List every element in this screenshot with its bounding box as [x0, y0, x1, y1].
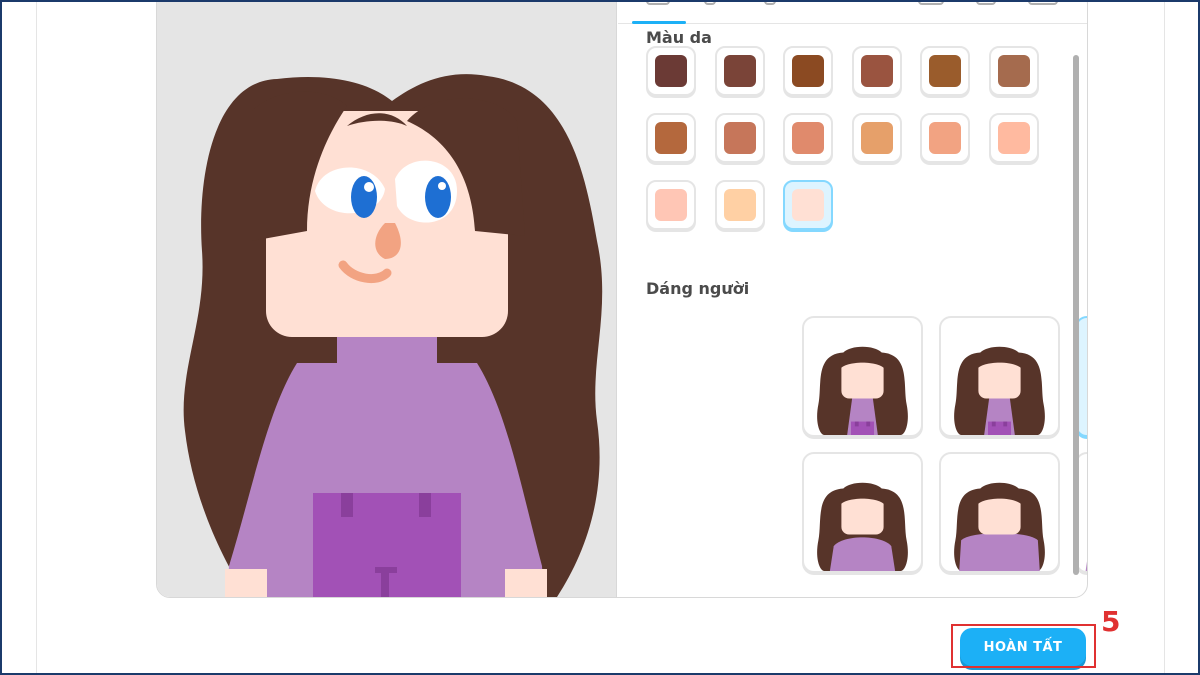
- tab-shirt[interactable]: [918, 0, 948, 23]
- tab-hair[interactable]: [704, 0, 724, 23]
- skin-swatch-chip: [723, 122, 756, 154]
- body-shape-option[interactable]: [938, 316, 1060, 437]
- body-shape-option[interactable]: [802, 452, 923, 573]
- tab-face[interactable]: [632, 0, 686, 24]
- shirt-tab-icon: [918, 0, 944, 5]
- skin-swatch-chip: [860, 55, 893, 87]
- skin-swatch[interactable]: [920, 113, 970, 163]
- face-tab-icon: [646, 0, 670, 5]
- finish-highlight-box: [951, 624, 1096, 668]
- skin-swatch-chip: [792, 189, 824, 221]
- tab-pants[interactable]: [976, 0, 998, 23]
- skin-swatch[interactable]: [714, 113, 765, 163]
- skin-swatch-chip: [929, 122, 961, 154]
- skin-swatch-chip: [929, 55, 961, 87]
- customization-panel: Màu da Dáng người: [618, 0, 1087, 597]
- eyes-tab-icon: [764, 0, 776, 5]
- skin-swatch-chip: [655, 55, 687, 87]
- skin-swatch-chip: [655, 189, 687, 221]
- skin-swatch[interactable]: [783, 113, 833, 163]
- skin-swatch-chip: [792, 55, 824, 87]
- hair-tab-icon: [704, 0, 716, 5]
- skin-swatch[interactable]: [783, 46, 833, 96]
- skin-swatch-chip: [997, 122, 1030, 154]
- skin-swatch-chip: [723, 55, 756, 87]
- skin-swatch[interactable]: [988, 113, 1039, 163]
- accessory-tab-icon: [1028, 0, 1058, 5]
- avatar-figure: [183, 74, 603, 597]
- skin-swatch[interactable]: [851, 113, 902, 163]
- skin-swatch[interactable]: [714, 180, 765, 230]
- skin-swatch-chip: [792, 122, 824, 154]
- skin-swatch[interactable]: [851, 46, 902, 96]
- skin-swatch[interactable]: [783, 180, 833, 230]
- skin-swatch-chip: [860, 122, 893, 154]
- skin-swatch[interactable]: [646, 46, 696, 96]
- body-shape-thumbnail: [953, 482, 1045, 571]
- tab-eyes[interactable]: [764, 0, 784, 23]
- pants-tab-icon: [976, 0, 996, 5]
- skin-swatch[interactable]: [988, 46, 1039, 96]
- body-shape-option[interactable]: [938, 452, 1060, 573]
- avatar-editor-card: Màu da Dáng người: [156, 0, 1088, 598]
- skin-swatch[interactable]: [714, 46, 765, 96]
- skin-swatch[interactable]: [646, 180, 696, 230]
- body-shape-thumbnail: [817, 346, 908, 435]
- skin-swatch-chip: [655, 122, 687, 154]
- skin-swatch[interactable]: [920, 46, 970, 96]
- body-shape-thumbnail: [953, 346, 1045, 435]
- category-tab-bar: [618, 0, 1087, 24]
- body-shape-option[interactable]: [802, 316, 923, 437]
- skin-swatch[interactable]: [646, 113, 696, 163]
- page-left-rule: [36, 0, 37, 675]
- body-shape-heading: Dáng người: [646, 279, 750, 298]
- panel-scrollbar[interactable]: [1073, 55, 1079, 575]
- avatar-preview: [157, 0, 617, 597]
- page-right-rule: [1164, 0, 1165, 675]
- skin-color-heading: Màu da: [646, 28, 712, 47]
- step-annotation: 5: [1101, 605, 1121, 638]
- body-shape-thumbnail: [817, 482, 908, 571]
- skin-swatch-chip: [723, 189, 756, 221]
- skin-swatch-chip: [997, 55, 1030, 87]
- tab-accessory[interactable]: [1028, 0, 1060, 23]
